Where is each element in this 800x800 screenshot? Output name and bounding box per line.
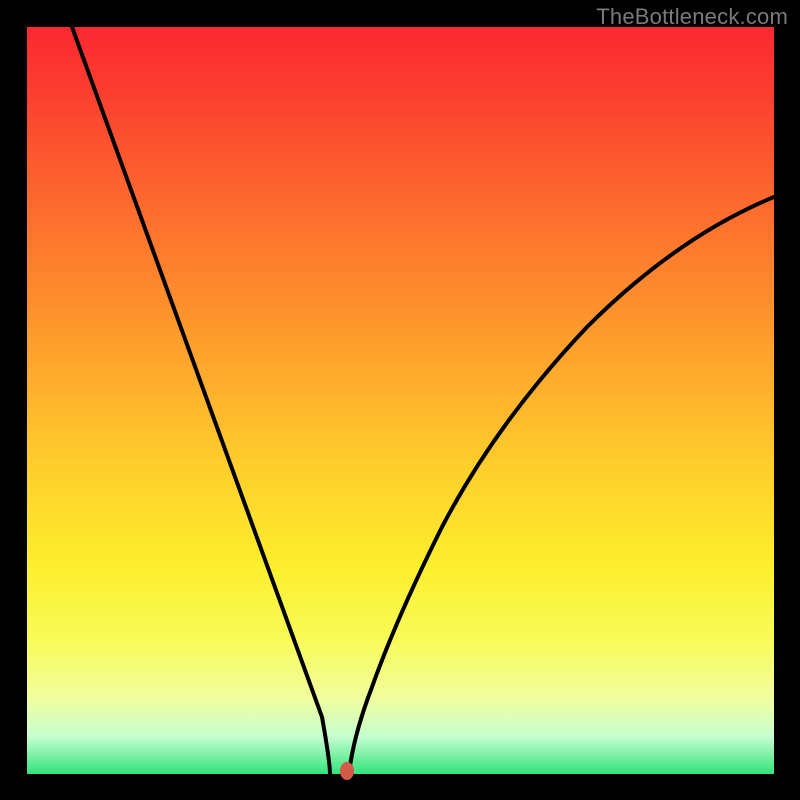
chart-frame: [27, 27, 774, 774]
minimum-marker-dot: [340, 762, 354, 780]
gradient-background: [27, 27, 774, 774]
